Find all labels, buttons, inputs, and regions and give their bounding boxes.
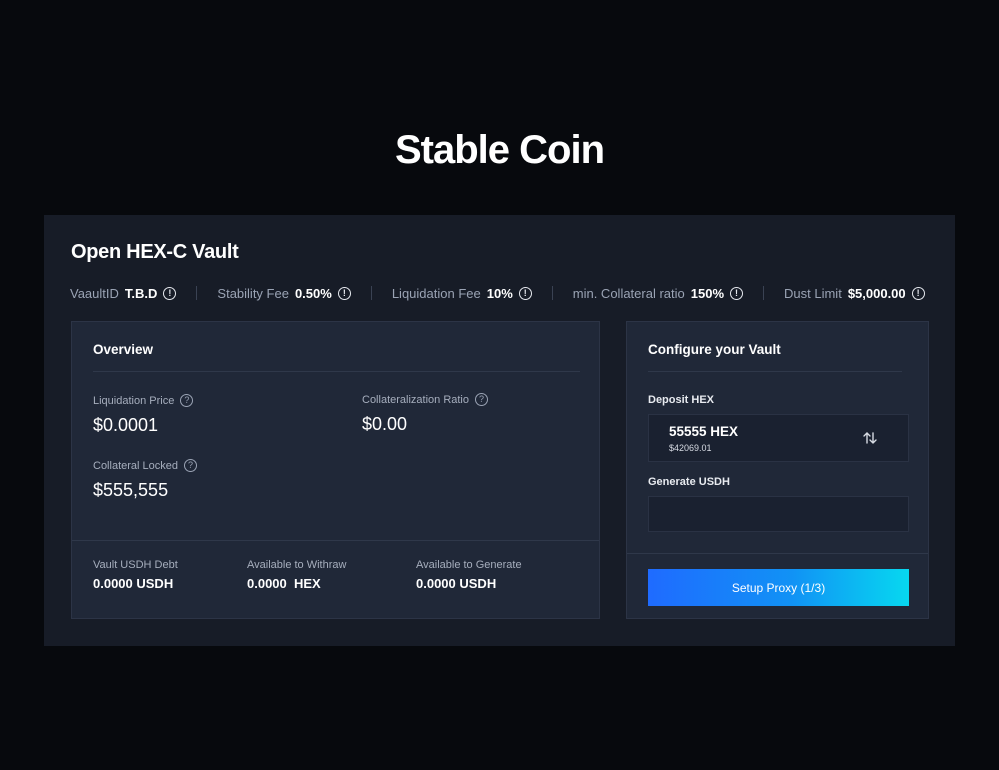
stat-label: Stability Fee (217, 285, 289, 301)
page-title: Stable Coin (394, 128, 605, 172)
collateralization-ratio: Collateralization Ratio ? $0.00 (362, 393, 488, 435)
divider (370, 286, 372, 300)
vault-title: Open HEX-C Vault (71, 241, 239, 263)
help-icon[interactable]: ? (475, 393, 488, 406)
divider (763, 286, 765, 300)
stat-value: 0.50% (294, 285, 332, 301)
footer-value: 0.0000 HEX (247, 576, 321, 591)
metric-value: $0.00 (362, 414, 408, 434)
stat-liquidation-fee: Liquidation Fee 10% ! (392, 286, 532, 301)
vault-stats-bar: VaaultID T.B.D ! Stability Fee 0.50% ! L… (70, 285, 925, 301)
deposit-hex-input[interactable]: 55555 HEX $42069.01 (648, 414, 909, 462)
help-icon[interactable]: ? (184, 459, 197, 472)
overview-panel: Overview Liquidation Price ? $0.0001 Col… (71, 321, 600, 619)
stat-label: min. Collateral ratio (572, 285, 685, 301)
info-icon[interactable]: ! (518, 286, 532, 300)
metric-label: Collateralization Ratio (362, 393, 469, 406)
vault-card: Open HEX-C Vault VaaultID T.B.D ! Stabil… (44, 215, 955, 646)
setup-proxy-button[interactable]: Setup Proxy (1/3) (648, 569, 909, 606)
info-icon[interactable]: ! (337, 286, 351, 300)
divider (551, 286, 553, 300)
available-to-generate: Available to Generate 0.0000 USDH (416, 559, 522, 591)
info-icon[interactable]: ! (163, 286, 177, 300)
divider (648, 371, 902, 372)
stat-vault-id: VaaultID T.B.D ! (70, 285, 177, 301)
footer-label: Available to Withraw (247, 559, 347, 571)
overview-footer: Vault USDH Debt 0.0000 USDH Available to… (72, 540, 599, 619)
configure-title: Configure your Vault (648, 342, 781, 357)
stat-value: 150% (690, 285, 725, 301)
footer-value: 0.0000 USDH (416, 576, 497, 591)
overview-title: Overview (93, 342, 154, 357)
info-icon[interactable]: ! (911, 286, 925, 300)
stat-label: Dust Limit (784, 285, 842, 301)
swap-icon[interactable] (862, 430, 878, 446)
stat-label: Liquidation Fee (391, 285, 481, 301)
liquidation-price: Liquidation Price ? $0.0001 (93, 394, 194, 436)
stat-stability-fee: Stability Fee 0.50% ! (217, 285, 351, 301)
stat-value: T.B.D (124, 285, 158, 301)
footer-label: Available to Generate (416, 559, 522, 571)
vault-debt: Vault USDH Debt 0.0000 USDH (93, 559, 178, 591)
generate-label: Generate USDH (648, 476, 730, 488)
stat-value: 10% (486, 285, 513, 301)
metric-label: Collateral Locked (93, 459, 178, 472)
metric-label: Liquidation Price (93, 394, 175, 407)
deposit-usd-value: $42069.01 (669, 443, 712, 453)
generate-usdh-input[interactable] (648, 496, 909, 532)
footer-label: Vault USDH Debt (93, 559, 178, 571)
configure-panel: Configure your Vault Deposit HEX 55555 H… (626, 321, 929, 619)
available-to-withdraw: Available to Withraw 0.0000 HEX (247, 559, 346, 591)
stat-label: VaaultID (70, 285, 119, 301)
collateral-locked: Collateral Locked ? $555,555 (93, 459, 197, 501)
stat-dust-limit: Dust Limit $5,000.00 ! (784, 286, 925, 301)
deposit-amount: 55555 HEX (669, 424, 739, 439)
help-icon[interactable]: ? (180, 394, 194, 407)
divider (93, 371, 580, 372)
divider (196, 286, 198, 300)
metric-value: $0.0001 (93, 415, 159, 435)
stat-min-collateral-ratio: min. Collateral ratio 150% ! (572, 285, 744, 301)
footer-value: 0.0000 USDH (93, 576, 174, 591)
divider (627, 553, 928, 554)
deposit-label: Deposit HEX (648, 394, 715, 406)
info-icon[interactable]: ! (730, 286, 744, 300)
stat-value: $5,000.00 (847, 285, 906, 301)
metric-value: $555,555 (93, 480, 169, 500)
